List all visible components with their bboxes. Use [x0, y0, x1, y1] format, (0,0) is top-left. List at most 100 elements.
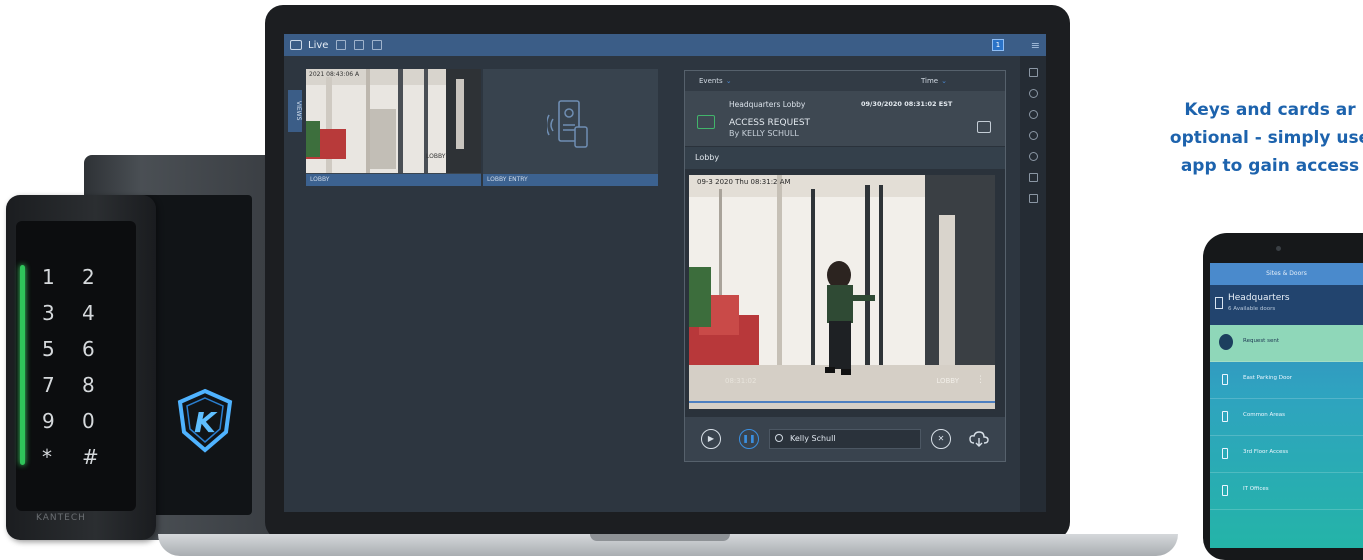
mobile-app-screen: Sites & Doors Headquarters 6 Available d…: [1210, 263, 1363, 548]
promo-line-3: app to gain access: [1180, 156, 1360, 176]
cloud-download-icon[interactable]: [969, 431, 989, 447]
key-4[interactable]: 4: [82, 301, 122, 325]
key-0[interactable]: 0: [82, 409, 122, 433]
pause-button[interactable]: ❚❚: [739, 429, 759, 449]
clock-icon[interactable]: [1028, 152, 1038, 161]
event-video-player[interactable]: 09-3 2020 Thu 08:31:2 AM 08:31:02 LOBBY …: [689, 175, 995, 409]
play-button[interactable]: ▶: [701, 429, 721, 449]
key-hash[interactable]: #: [82, 445, 122, 469]
monitor-rail-icon[interactable]: [1028, 68, 1038, 77]
door-icon: [1222, 485, 1228, 496]
door-row-common-areas[interactable]: Common Areas: [1210, 399, 1363, 436]
building-icon: [1215, 297, 1223, 309]
key-1[interactable]: 1: [42, 265, 82, 289]
promo-line-2: optional - simply use: [1169, 128, 1363, 148]
camera-section-title: Lobby: [685, 147, 1005, 169]
door-label: IT Offices: [1243, 486, 1269, 492]
events-header: Events ⌄ Time ⌄: [685, 71, 1005, 91]
layout-split-icon[interactable]: [354, 40, 365, 50]
app-topbar: Live 1 ≡: [284, 34, 1046, 56]
phone-camera: [1276, 246, 1281, 251]
people-icon[interactable]: [1028, 89, 1038, 98]
keypad-keys: 1 2 3 4 5 6 7 8 9 0 * #: [42, 265, 132, 469]
mobile-header: Sites & Doors: [1210, 263, 1363, 285]
tile-caption: LOBBY ENTRY: [483, 174, 658, 186]
site-door-count: 6 Available doors: [1228, 306, 1276, 312]
logout-icon[interactable]: [1028, 194, 1038, 203]
lobby-video-feed: [689, 175, 995, 409]
video-scrubber[interactable]: [689, 401, 995, 403]
monitor-icon[interactable]: [290, 40, 302, 50]
key-7[interactable]: 7: [42, 373, 82, 397]
door-row-request-sent[interactable]: Request sent: [1210, 325, 1363, 362]
camera-tile-lobby[interactable]: 2021 08:43:06 A LOBBY LOBBY: [306, 69, 481, 186]
globe-icon[interactable]: [1028, 110, 1038, 119]
event-location: Headquarters Lobby: [729, 100, 806, 109]
video-osd-timestamp: 09-3 2020 Thu 08:31:2 AM: [697, 178, 791, 186]
page-title: Live: [308, 39, 329, 51]
hamburger-menu-icon[interactable]: ≡: [1031, 39, 1040, 52]
key-9[interactable]: 9: [42, 409, 82, 433]
promo-line-1: Keys and cards ar: [1184, 100, 1356, 120]
reader-brand-label: KANTECH: [36, 513, 86, 523]
door-row-3rd-floor[interactable]: 3rd Floor Access: [1210, 436, 1363, 473]
door-label: East Parking Door: [1243, 375, 1292, 381]
laptop-notch: [590, 534, 730, 541]
promo-tagline: Keys and cards ar optional - simply use …: [1120, 96, 1363, 180]
door-label: 3rd Floor Access: [1243, 449, 1289, 455]
door-icon: [1222, 411, 1228, 422]
event-row[interactable]: Headquarters Lobby 09/30/2020 08:31:02 E…: [685, 91, 1005, 147]
kantech-shield-icon: K: [177, 388, 233, 453]
tile-caption: LOBBY: [306, 174, 481, 186]
views-side-tab[interactable]: VIEWS: [288, 90, 302, 132]
event-timestamp: 09/30/2020 08:31:02 EST: [861, 100, 953, 108]
layout-single-icon[interactable]: [372, 40, 383, 50]
keypad-reader: 1 2 3 4 5 6 7 8 9 0 * # KANTECH: [6, 195, 156, 540]
tile-osd-label: LOBBY: [426, 153, 446, 160]
key-6[interactable]: 6: [82, 337, 122, 361]
security-app-screen: Live 1 ≡ VIEWS 2021 08:43:06 A LOBBY LOB…: [284, 34, 1046, 512]
door-label: Request sent: [1243, 338, 1279, 344]
event-title: ACCESS REQUEST: [729, 118, 811, 128]
clear-search-button[interactable]: ✕: [931, 429, 951, 449]
key-5[interactable]: 5: [42, 337, 82, 361]
door-label: Common Areas: [1243, 412, 1286, 418]
svg-text:K: K: [194, 406, 218, 439]
video-osd-time: 08:31:02: [725, 377, 757, 385]
events-column-header[interactable]: Events: [699, 77, 723, 85]
door-row-it-offices[interactable]: IT Offices: [1210, 473, 1363, 510]
search-value: Kelly Schull: [790, 434, 836, 443]
door-icon: [1222, 374, 1228, 385]
event-search-input[interactable]: Kelly Schull: [769, 429, 921, 449]
key-8[interactable]: 8: [82, 373, 122, 397]
sort-arrow-icon[interactable]: ⌄: [726, 77, 732, 85]
search-icon: [775, 434, 783, 442]
camera-tile-lobby-entry[interactable]: LOBBY ENTRY: [483, 69, 658, 186]
door-access-icon: [547, 100, 588, 148]
time-column-header[interactable]: Time ⌄: [921, 77, 947, 85]
playback-controls: ▶ ❚❚ Kelly Schull ✕: [685, 417, 1005, 461]
lobby-camera-feed: [306, 69, 481, 173]
video-osd-label: LOBBY: [936, 377, 959, 385]
mobile-phone: Sites & Doors Headquarters 6 Available d…: [1203, 233, 1363, 560]
key-2[interactable]: 2: [82, 265, 122, 289]
door-row-east-parking[interactable]: East Parking Door: [1210, 362, 1363, 399]
right-tool-rail: [1020, 56, 1046, 512]
door-icon: [1219, 334, 1233, 350]
site-card[interactable]: Headquarters 6 Available doors: [1210, 285, 1363, 325]
key-3[interactable]: 3: [42, 301, 82, 325]
site-name: Headquarters: [1228, 293, 1290, 303]
unlock-door-icon[interactable]: [977, 121, 991, 133]
door-icon: [1222, 448, 1228, 459]
notification-badge[interactable]: 1: [992, 39, 1004, 51]
tile-osd-timestamp: 2021 08:43:06 A: [309, 71, 360, 78]
settings-icon[interactable]: [1028, 131, 1038, 140]
event-user: By KELLY SCHULL: [729, 129, 799, 138]
layout-grid-icon[interactable]: [336, 40, 347, 50]
video-more-icon[interactable]: ⋮: [976, 375, 985, 385]
events-panel: Events ⌄ Time ⌄ Headquarters Lobby 09/30/…: [684, 70, 1006, 462]
product-banner: K 1 2 3 4 5 6 7 8 9 0 * # KANTECH Live 1…: [0, 0, 1363, 560]
report-icon[interactable]: [1028, 173, 1038, 182]
status-led-bar: [20, 265, 25, 465]
key-star[interactable]: *: [42, 445, 82, 469]
